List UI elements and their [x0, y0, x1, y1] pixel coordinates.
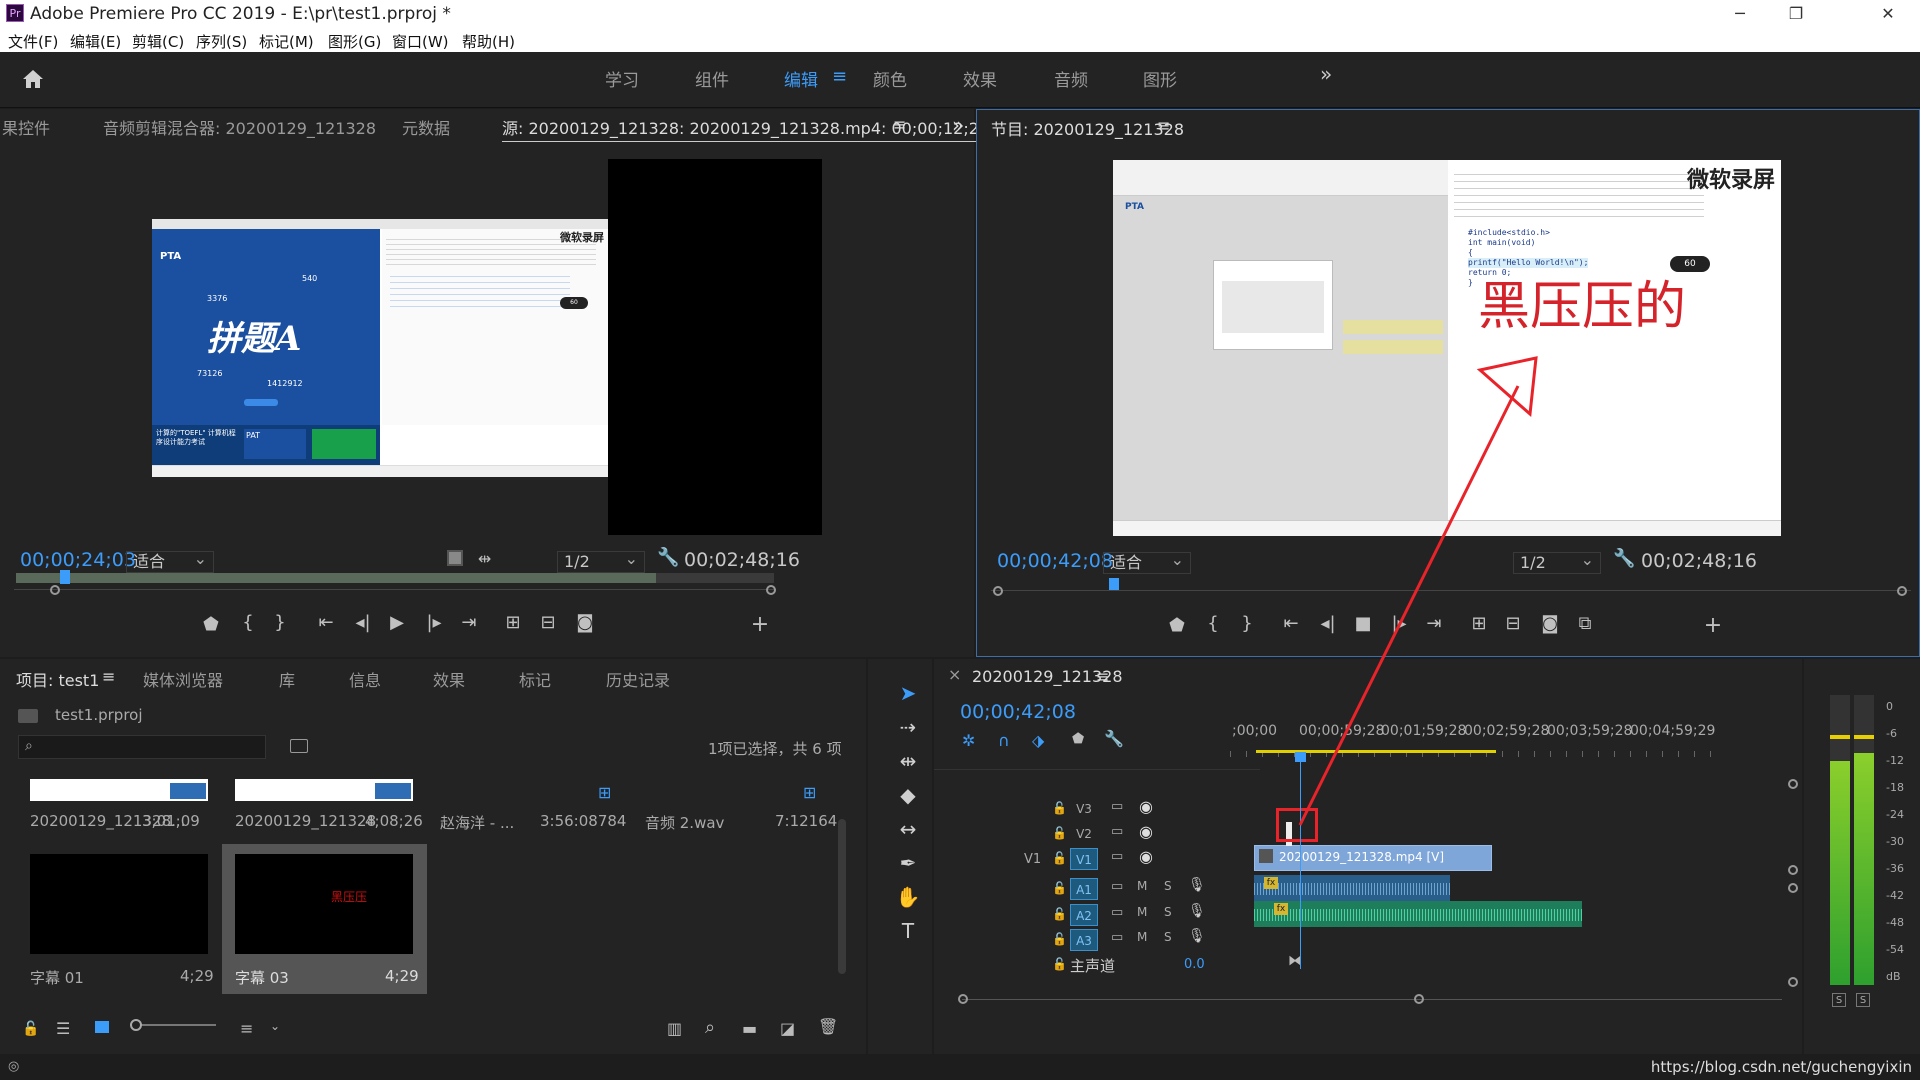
meter-solo-left-button[interactable]: S — [1832, 993, 1846, 1007]
meter-solo-right-button[interactable]: S — [1856, 993, 1870, 1007]
meter-scale: 0 -6 -12 -18 -24 -30 -36 -42 -48 -54 dB — [1886, 700, 1904, 983]
status-bar: ◎ https://blog.csdn.net/guchengyixin — [0, 1056, 1920, 1080]
watermark-url: https://blog.csdn.net/guchengyixin — [1650, 1058, 1912, 1076]
annotation-arrow — [1298, 356, 1538, 826]
meter-right — [1854, 695, 1874, 985]
meter-left — [1830, 695, 1850, 985]
status-icon: ◎ — [8, 1059, 20, 1074]
audio-meters-panel: 0 -6 -12 -18 -24 -30 -36 -42 -48 -54 dB S S — [1804, 659, 1920, 1054]
